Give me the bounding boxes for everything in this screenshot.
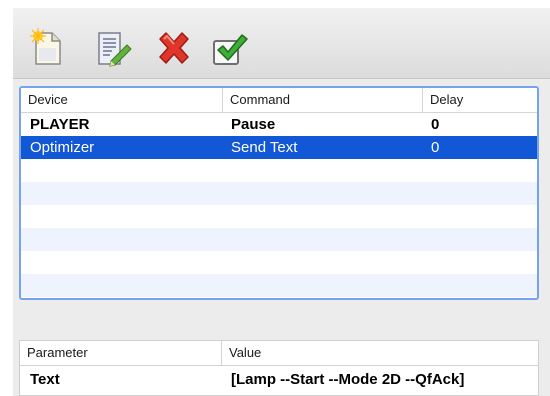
value-cell: [Lamp --Start --Mode 2D --QfAck] <box>231 371 465 388</box>
column-header-value[interactable]: Value <box>221 341 538 365</box>
parameters-table[interactable]: Parameter Value Text [Lamp --Start --Mod… <box>19 340 539 396</box>
column-header-delay[interactable]: Delay <box>422 88 537 112</box>
column-header-parameter[interactable]: Parameter <box>20 341 221 365</box>
commands-table[interactable]: Device Command Delay PLAYER Pause 0 Opti… <box>19 86 539 300</box>
parameters-table-header: Parameter Value <box>20 341 538 366</box>
device-cell: Optimizer <box>30 139 95 156</box>
table-row[interactable]: Text [Lamp --Start --Mode 2D --QfAck] <box>20 366 538 394</box>
empty-row <box>21 251 537 274</box>
edit-button[interactable] <box>93 28 133 68</box>
command-cell: Send Text <box>231 139 298 156</box>
red-x-icon <box>159 32 189 64</box>
column-header-device[interactable]: Device <box>21 88 222 112</box>
edit-document-icon <box>98 32 132 67</box>
delete-button[interactable] <box>153 28 193 68</box>
empty-row <box>21 182 537 205</box>
column-header-command[interactable]: Command <box>222 88 422 112</box>
parameter-cell: Text <box>30 371 60 388</box>
device-cell: PLAYER <box>30 116 90 133</box>
table-row-selected[interactable]: Optimizer Send Text 0 <box>21 136 537 159</box>
empty-row <box>21 159 537 182</box>
command-cell: Pause <box>231 116 276 133</box>
delay-cell: 0 <box>431 116 440 133</box>
empty-row <box>21 228 537 251</box>
toolbar <box>13 8 550 79</box>
new-button[interactable] <box>27 28 67 68</box>
confirm-button[interactable] <box>209 28 249 68</box>
new-document-icon <box>30 28 61 65</box>
delay-cell: 0 <box>431 139 440 156</box>
table-row[interactable]: PLAYER Pause 0 <box>21 113 537 136</box>
commands-table-header: Device Command Delay <box>21 88 537 113</box>
green-checkmark-icon <box>213 34 248 65</box>
empty-row <box>21 205 537 228</box>
empty-row <box>21 274 537 297</box>
